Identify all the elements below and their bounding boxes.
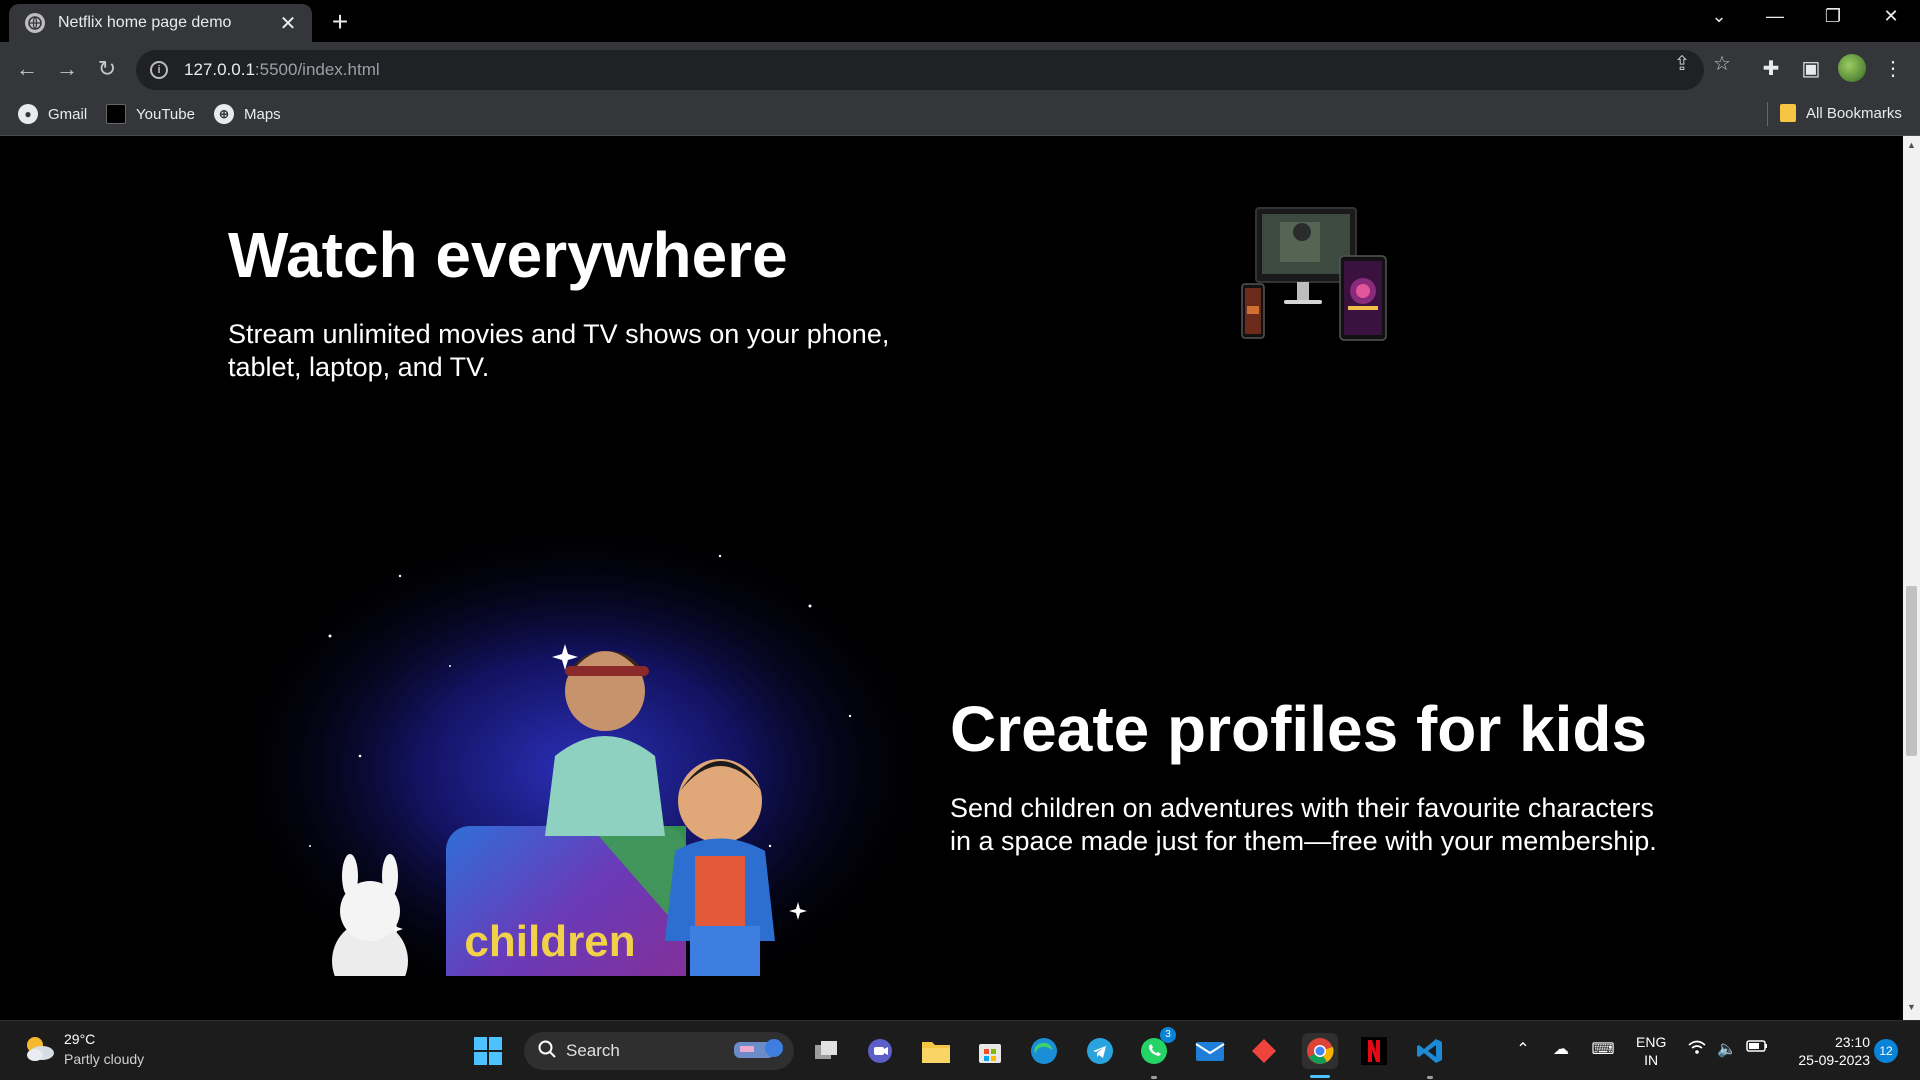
volume-icon[interactable]: 🔈: [1714, 1039, 1740, 1059]
search-highlight-icon: [728, 1034, 788, 1069]
partly-cloudy-icon[interactable]: [22, 1033, 56, 1063]
profile-avatar[interactable]: [1838, 54, 1866, 82]
scroll-down-arrow-icon[interactable]: ▼: [1903, 1002, 1920, 1012]
edge-browser-icon[interactable]: [1026, 1033, 1062, 1069]
youtube-favicon-icon: [106, 104, 126, 124]
back-button[interactable]: ←: [12, 54, 42, 84]
region-code: IN: [1644, 1052, 1659, 1068]
windows-taskbar: 29°C Partly cloudy Search 3 ⌃ ☁ ⌨ ENG IN…: [0, 1020, 1920, 1080]
mail-icon[interactable]: [1192, 1033, 1228, 1069]
whatsapp-icon[interactable]: 3: [1136, 1027, 1176, 1069]
netflix-icon[interactable]: [1356, 1033, 1392, 1069]
search-label: Search: [566, 1041, 620, 1060]
globe-icon: ⊕: [214, 104, 234, 124]
menu-kebab-icon[interactable]: ⋮: [1878, 54, 1908, 84]
restore-button[interactable]: ❐: [1818, 6, 1848, 27]
bookmark-label: Gmail: [48, 105, 88, 123]
language-indicator[interactable]: ENG IN: [1636, 1033, 1666, 1069]
language-code: ENG: [1636, 1034, 1667, 1050]
section-title-watch-everywhere: Watch everywhere: [228, 219, 788, 291]
page-scrollbar[interactable]: ▲ ▼: [1903, 136, 1920, 1020]
search-icon: [538, 1040, 556, 1063]
bookmarks-divider: [1767, 102, 1768, 126]
globe-icon: [25, 13, 45, 33]
bookmark-star-icon[interactable]: ☆: [1708, 51, 1736, 76]
file-explorer-icon[interactable]: [918, 1033, 954, 1069]
chrome-icon[interactable]: [1302, 1033, 1338, 1069]
wifi-icon[interactable]: [1684, 1039, 1710, 1060]
weather-description[interactable]: Partly cloudy: [64, 1051, 144, 1067]
section-title-kids-profiles: Create profiles for kids: [950, 693, 1648, 765]
clock-time: 23:10: [1834, 1034, 1870, 1050]
bookmark-label: YouTube: [136, 105, 195, 123]
reload-button[interactable]: ↻: [92, 54, 122, 84]
browser-toolbar: ← → ↻ i 127.0.0.1:5500/index.html ⇪ ☆ ✚ …: [0, 42, 1920, 96]
task-view-icon[interactable]: [808, 1033, 844, 1069]
telegram-icon[interactable]: [1082, 1033, 1118, 1069]
folder-icon: [1780, 104, 1796, 122]
section-subtitle-watch-line2: tablet, laptop, and TV.: [228, 352, 490, 382]
section-subtitle-watch-line1: Stream unlimited movies and TV shows on …: [228, 319, 890, 349]
anydesk-icon[interactable]: [1246, 1033, 1282, 1069]
open-app-indicator: [1427, 1076, 1433, 1079]
open-app-indicator: [1151, 1076, 1157, 1079]
tab-search-chevron-icon[interactable]: ⌄: [1704, 6, 1734, 27]
tab-close-icon[interactable]: ✕: [278, 11, 298, 36]
active-app-indicator: [1310, 1075, 1330, 1078]
forward-button[interactable]: →: [52, 54, 82, 84]
address-bar[interactable]: i 127.0.0.1:5500/index.html: [136, 50, 1704, 90]
whatsapp-badge: 3: [1160, 1027, 1176, 1043]
vscode-icon[interactable]: [1412, 1033, 1448, 1069]
system-clock[interactable]: 23:10 25-09-2023: [1784, 1033, 1870, 1069]
extensions-icon[interactable]: ✚: [1756, 54, 1786, 84]
scrollbar-thumb[interactable]: [1906, 586, 1917, 756]
scroll-up-arrow-icon[interactable]: ▲: [1903, 140, 1920, 150]
tab-strip: Netflix home page demo ✕ + ⌄ — ❐ ✕: [0, 0, 1920, 42]
section-subtitle-kids-line1: Send children on adventures with their f…: [950, 793, 1654, 823]
teams-chat-icon[interactable]: [862, 1033, 898, 1069]
clock-date: 25-09-2023: [1798, 1052, 1870, 1068]
github-icon: ●: [18, 104, 38, 124]
url-host: 127.0.0.1: [184, 60, 255, 79]
minimize-button[interactable]: —: [1760, 6, 1790, 27]
keyboard-icon[interactable]: ⌨: [1590, 1039, 1616, 1059]
side-panel-icon[interactable]: ▣: [1796, 54, 1826, 84]
battery-icon[interactable]: [1744, 1039, 1770, 1058]
new-tab-button[interactable]: +: [325, 6, 355, 38]
show-hidden-icons-chevron-icon[interactable]: ⌃: [1510, 1039, 1536, 1059]
taskbar-search[interactable]: Search: [524, 1032, 794, 1070]
weather-temperature[interactable]: 29°C: [64, 1031, 95, 1047]
devices-image: [1241, 207, 1387, 341]
all-bookmarks-button[interactable]: All Bookmarks: [1780, 104, 1902, 122]
bookmark-label: Maps: [244, 105, 281, 123]
children-art-label: children: [464, 917, 635, 966]
bookmark-gmail[interactable]: ● Gmail: [18, 104, 87, 124]
bookmark-maps[interactable]: ⊕ Maps: [214, 104, 281, 124]
url-path: :5500/index.html: [254, 60, 380, 79]
all-bookmarks-label: All Bookmarks: [1806, 104, 1902, 122]
page-viewport: Watch everywhere Stream unlimited movies…: [0, 136, 1903, 1020]
share-icon[interactable]: ⇪: [1668, 51, 1696, 76]
notification-count-badge[interactable]: 12: [1874, 1039, 1898, 1063]
section-subtitle-kids-line2: in a space made just for them—free with …: [950, 826, 1657, 856]
windows-start-icon[interactable]: [470, 1033, 506, 1069]
microsoft-store-icon[interactable]: [972, 1033, 1008, 1069]
close-window-button[interactable]: ✕: [1876, 6, 1906, 27]
site-info-icon[interactable]: i: [150, 61, 168, 79]
tab-title: Netflix home page demo: [58, 14, 232, 31]
bookmarks-bar: ● Gmail YouTube ⊕ Maps All Bookmarks: [0, 96, 1920, 136]
kids-profile-image: children: [250, 516, 910, 976]
onedrive-icon[interactable]: ☁: [1548, 1039, 1574, 1059]
bookmark-youtube[interactable]: YouTube: [106, 104, 195, 124]
browser-tab[interactable]: Netflix home page demo ✕: [9, 4, 312, 42]
